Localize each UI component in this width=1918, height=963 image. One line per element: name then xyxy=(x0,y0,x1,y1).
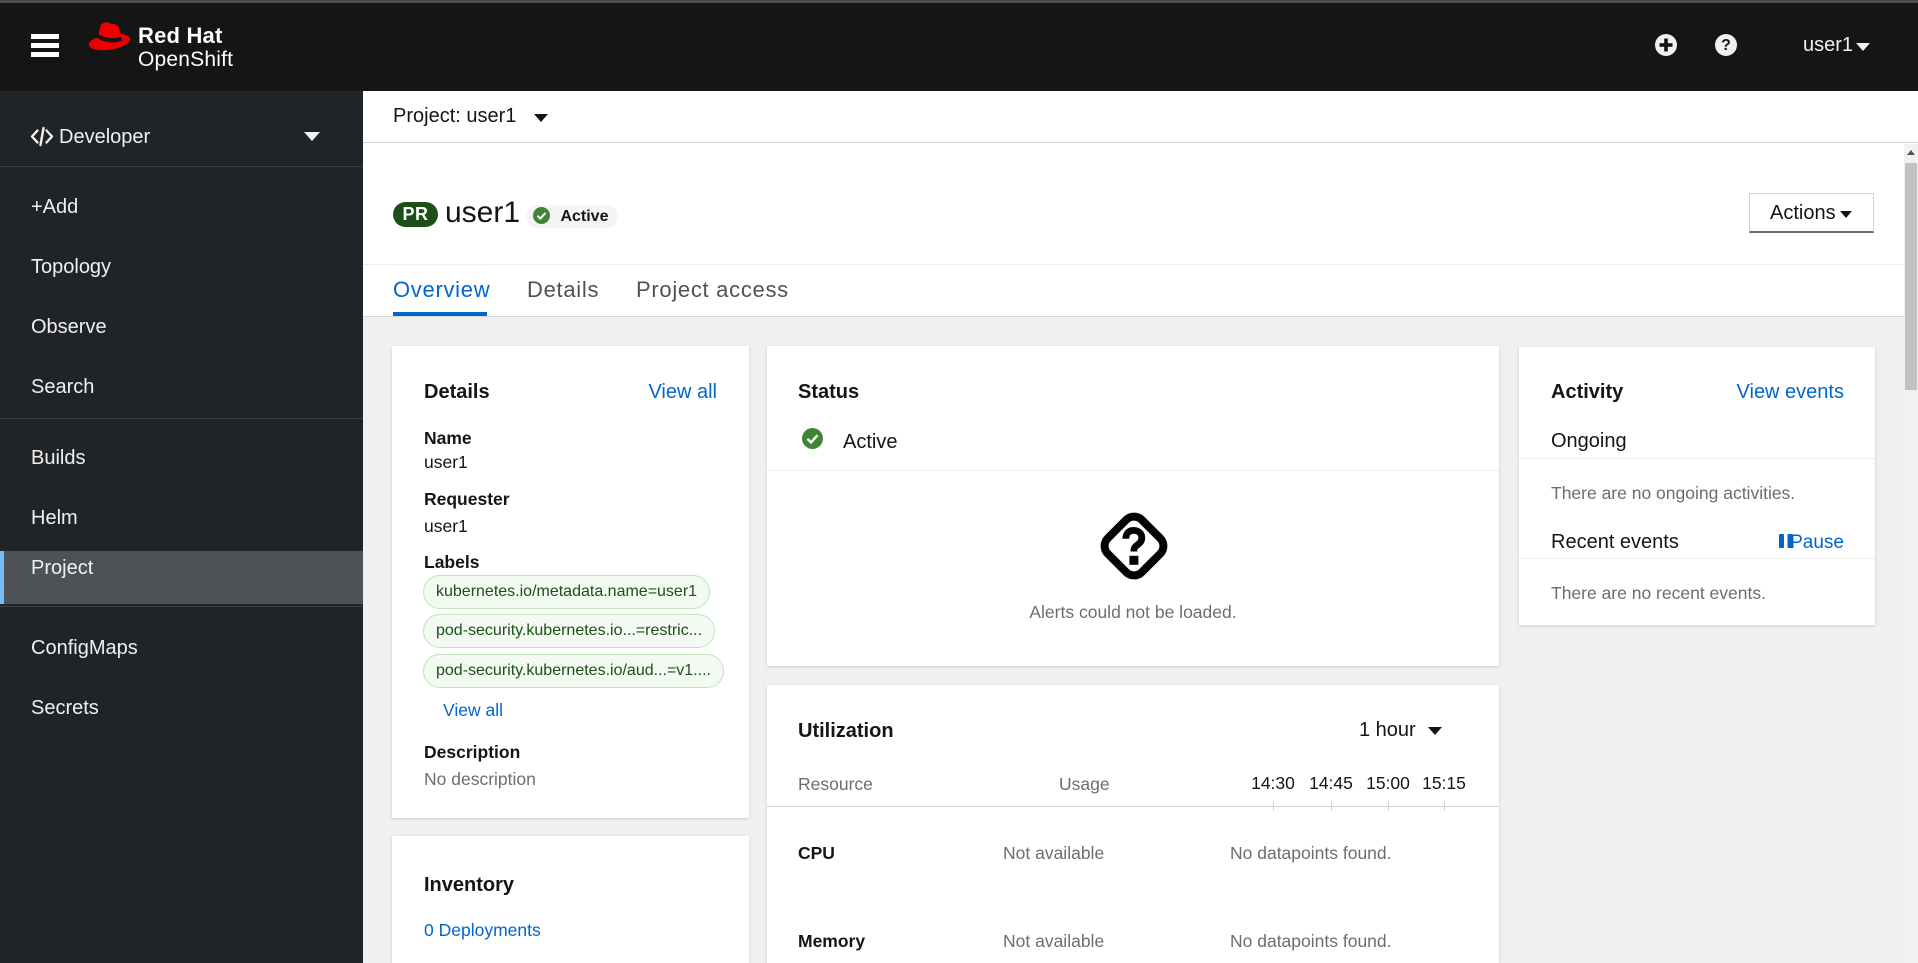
svg-text:?: ? xyxy=(1721,37,1731,54)
